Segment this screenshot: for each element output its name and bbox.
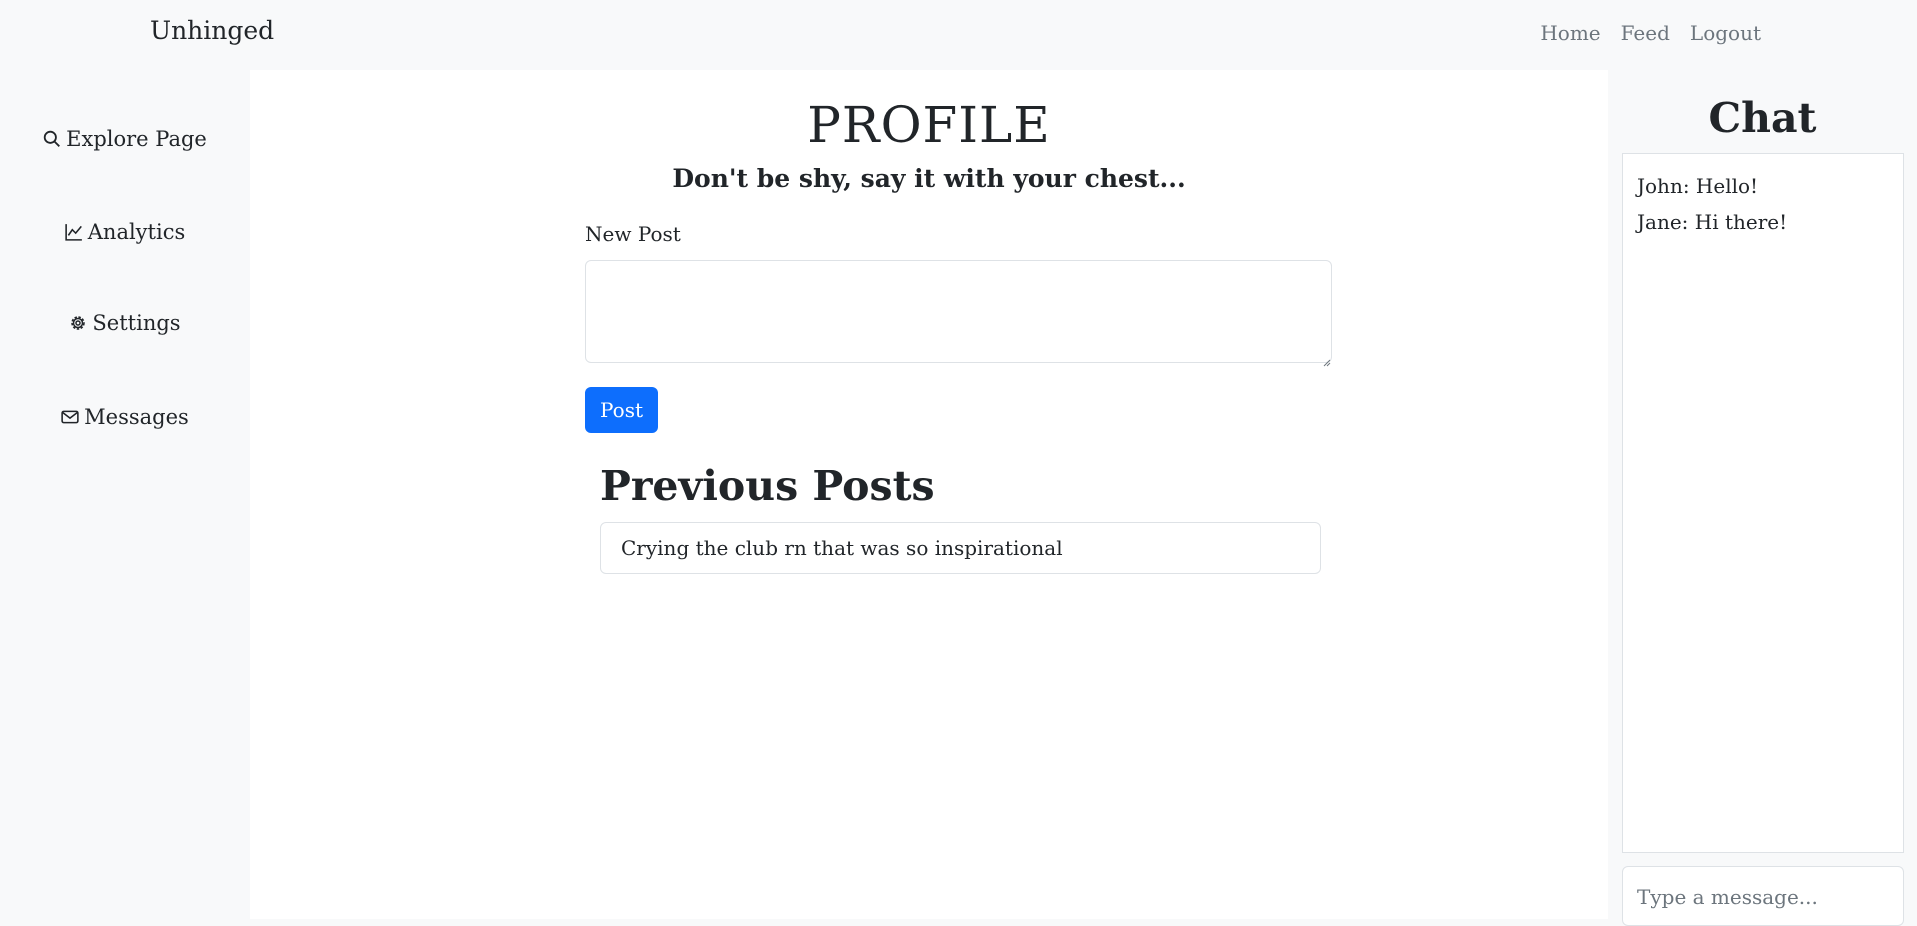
chat-message: Jane: Hi there! (1637, 210, 1788, 234)
post-card: Crying the club rn that was so inspirati… (600, 522, 1321, 574)
chart-line-icon (65, 222, 83, 246)
page-subtitle: Don't be shy, say it with your chest... (672, 164, 1186, 193)
new-post-label: New Post (585, 222, 681, 246)
gear-icon (69, 313, 87, 337)
previous-posts-title: Previous Posts (600, 462, 935, 510)
nav-links: Home Feed Logout (1540, 21, 1761, 45)
nav-feed-link[interactable]: Feed (1621, 21, 1670, 45)
sidebar-item-explore[interactable]: Explore Page (0, 127, 250, 153)
sidebar-item-messages[interactable]: Messages (0, 405, 250, 431)
sidebar-item-analytics[interactable]: Analytics (0, 220, 250, 246)
sidebar-item-settings[interactable]: Settings (0, 311, 250, 337)
sidebar-item-label: Settings (92, 311, 181, 335)
search-icon (43, 129, 61, 153)
chat-messages-box[interactable]: John: Hello! Jane: Hi there! (1622, 153, 1904, 853)
envelope-icon (61, 407, 79, 431)
sidebar: Explore Page Analytics Settings Messages (0, 70, 250, 919)
chat-message-input[interactable]: Type a message... (1622, 866, 1904, 926)
chat-panel: Chat John: Hello! Jane: Hi there! Type a… (1608, 70, 1917, 926)
navbar: Unhinged Home Feed Logout (0, 0, 1917, 70)
main-content: PROFILE Don't be shy, say it with your c… (250, 70, 1608, 919)
chat-title: Chat (1708, 94, 1817, 142)
page-title: PROFILE (807, 96, 1051, 154)
sidebar-item-label: Messages (84, 405, 189, 429)
post-button[interactable]: Post (585, 387, 658, 433)
sidebar-item-label: Analytics (87, 220, 186, 244)
nav-logout-link[interactable]: Logout (1690, 21, 1761, 45)
new-post-textarea[interactable] (585, 260, 1332, 363)
resize-handle-icon[interactable] (1323, 352, 1606, 917)
sidebar-item-label: Explore Page (66, 127, 207, 151)
brand-logo[interactable]: Unhinged (150, 16, 274, 45)
chat-message: John: Hello! (1637, 174, 1759, 198)
nav-home-link[interactable]: Home (1540, 21, 1600, 45)
